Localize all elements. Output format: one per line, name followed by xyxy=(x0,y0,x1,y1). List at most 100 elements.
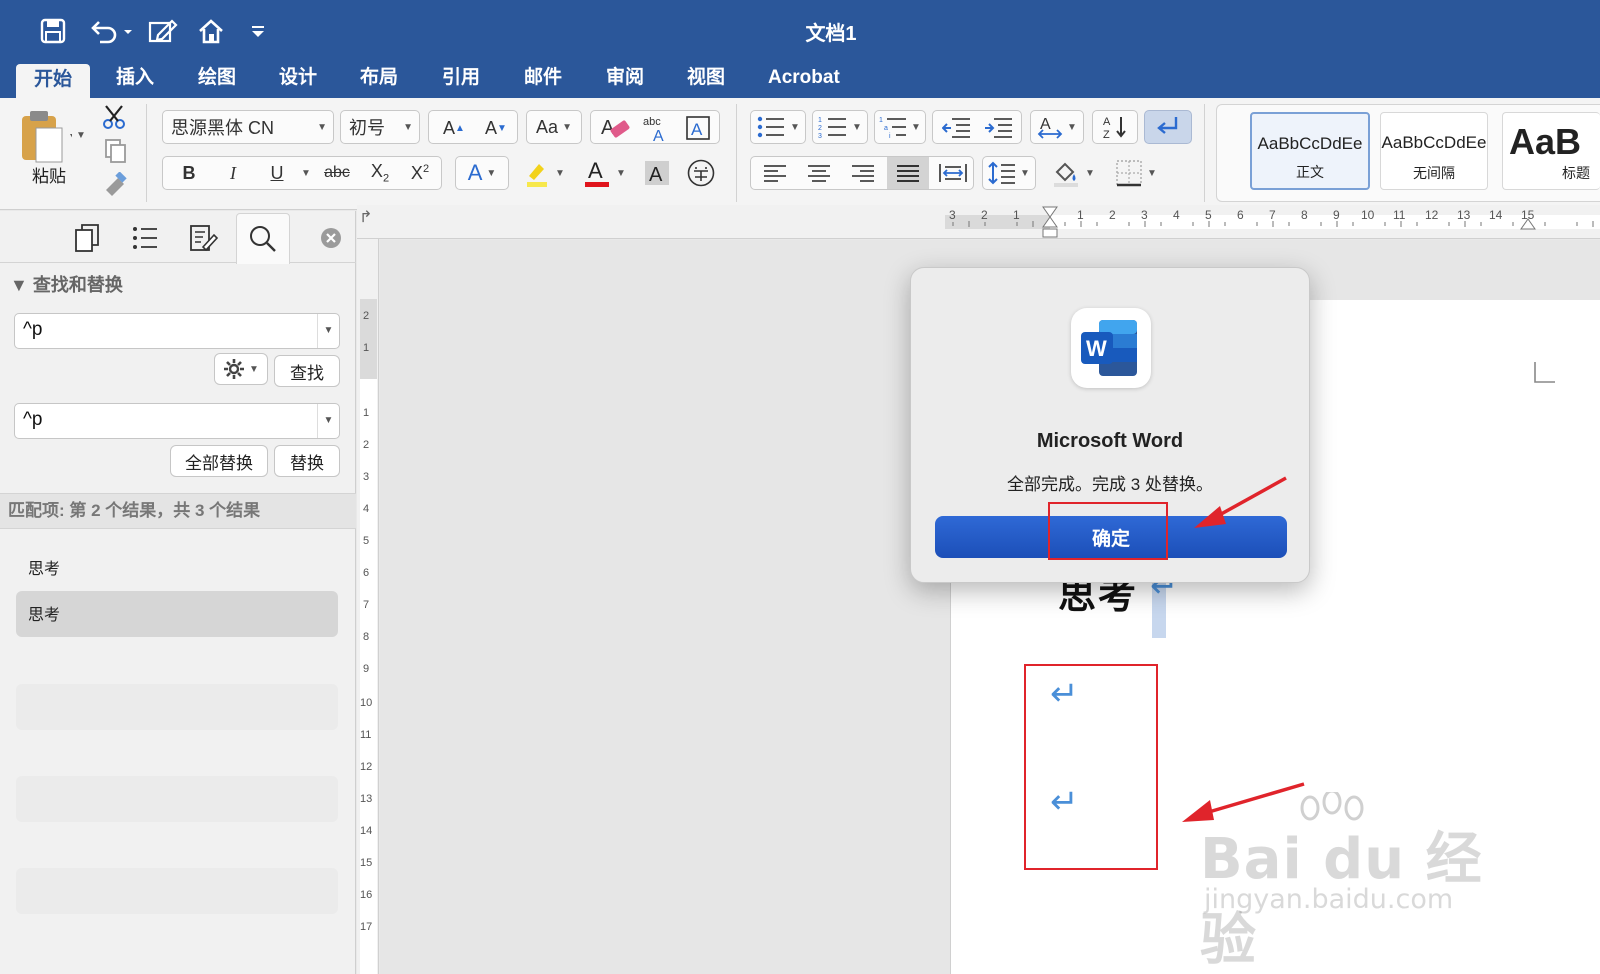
align-right-icon[interactable] xyxy=(843,158,883,188)
sort-button[interactable]: AZ xyxy=(1092,110,1138,144)
tab-view[interactable]: 视图 xyxy=(669,62,743,98)
horizontal-ruler[interactable]: ↱ 3 2 1 1 2 3 4 5 6 7 8 9 10 11 12 13 14 15 xyxy=(357,205,1600,239)
tab-layout[interactable]: 布局 xyxy=(342,62,416,98)
svg-text:2: 2 xyxy=(818,125,822,132)
bullets-button[interactable]: ▼ xyxy=(750,110,806,144)
result-item-placeholder[interactable] xyxy=(16,776,338,822)
svg-text:A: A xyxy=(649,164,663,186)
tab-mailings[interactable]: 邮件 xyxy=(506,62,580,98)
style-heading[interactable]: AaB 标题 xyxy=(1502,112,1600,190)
change-case-button[interactable]: Aa ▼ xyxy=(526,110,582,144)
result-item-placeholder[interactable] xyxy=(16,868,338,914)
svg-text:8: 8 xyxy=(1301,208,1308,222)
chevron-down-icon[interactable]: ▼ xyxy=(317,404,339,438)
tab-design[interactable]: 设计 xyxy=(261,62,335,98)
style-sample: AaBbCcDdEe xyxy=(1381,133,1487,152)
chevron-down-icon: ▼ xyxy=(911,121,921,133)
paste-button[interactable]: ▼ xyxy=(16,106,86,168)
tab-acrobat[interactable]: Acrobat xyxy=(750,62,858,98)
line-spacing-button[interactable]: ▼ xyxy=(982,156,1036,190)
svg-text:9: 9 xyxy=(363,663,369,675)
align-center-icon[interactable] xyxy=(799,158,839,188)
grow-font-icon[interactable]: A ▲ xyxy=(435,113,473,143)
paste-options-caret[interactable]: ▼ xyxy=(76,130,86,141)
tab-home[interactable]: 开始 xyxy=(16,64,91,98)
subscript-button[interactable]: X2 xyxy=(361,161,399,185)
replace-all-button[interactable]: 全部替换 xyxy=(170,445,268,477)
superscript-button[interactable]: X2 xyxy=(401,163,439,184)
clear-format-group: A abc A A xyxy=(590,110,720,144)
thumbnails-icon[interactable] xyxy=(68,219,106,257)
result-item[interactable]: 思考 xyxy=(16,545,338,591)
font-color-button[interactable]: A ▼ xyxy=(576,156,632,190)
font-style-group: B I U ▼ abc X2 X2 xyxy=(162,156,442,190)
underline-options-caret[interactable]: ▼ xyxy=(301,168,311,179)
vertical-ruler[interactable]: 2 1 1 2 3 4 5 6 7 8 9 10 11 12 13 14 15 16 17 xyxy=(357,239,379,974)
enclose-characters-button[interactable] xyxy=(680,156,722,190)
clear-formatting-icon[interactable]: A xyxy=(595,113,635,143)
search-input[interactable]: ^p ▼ xyxy=(14,313,340,349)
svg-text:17: 17 xyxy=(360,921,372,933)
numbered-list-icon: 123 xyxy=(818,117,847,139)
tab-review[interactable]: 审阅 xyxy=(588,62,662,98)
font-size-dropdown[interactable]: 初号 ▼ xyxy=(340,110,420,144)
chevron-down-icon[interactable]: ▼ xyxy=(317,314,339,348)
shading-button[interactable]: ▼ xyxy=(1042,156,1104,190)
text-effects-button[interactable]: A ▼ xyxy=(455,156,509,190)
find-replace-header[interactable]: ▼ 查找和替换 xyxy=(10,271,123,297)
svg-text:A: A xyxy=(691,120,703,139)
find-button[interactable]: 查找 xyxy=(274,355,340,387)
tab-references[interactable]: 引用 xyxy=(424,62,498,98)
distributed-icon[interactable] xyxy=(933,158,973,188)
chevron-down-icon: ▼ xyxy=(249,363,259,375)
replace-button[interactable]: 替换 xyxy=(274,445,340,477)
tab-insert[interactable]: 插入 xyxy=(98,62,172,98)
font-name-value: 思源黑体 CN xyxy=(171,118,274,138)
chevron-down-icon: ▼ xyxy=(1147,167,1157,179)
character-shading-button[interactable]: A xyxy=(638,156,676,190)
watermark-url: jingyan.baidu.com xyxy=(1204,884,1454,915)
result-item-placeholder[interactable] xyxy=(16,684,338,730)
svg-text:A: A xyxy=(588,158,603,183)
annotation-box xyxy=(1048,502,1168,560)
justify-icon[interactable] xyxy=(887,157,929,189)
replace-input[interactable]: ^p ▼ xyxy=(14,403,340,439)
copy-icon[interactable] xyxy=(102,138,128,169)
strikethrough-button[interactable]: abc xyxy=(315,164,359,182)
underline-button[interactable]: U xyxy=(257,163,297,184)
svg-text:2: 2 xyxy=(363,439,369,451)
search-icon[interactable] xyxy=(236,213,290,264)
borders-button[interactable]: ▼ xyxy=(1108,156,1164,190)
document-map-icon[interactable] xyxy=(126,219,164,257)
svg-text:abc: abc xyxy=(643,116,661,128)
multilevel-list-button[interactable]: 1 a i ▼ xyxy=(874,110,926,144)
match-status: 匹配项: 第 2 个结果，共 3 个结果 xyxy=(0,493,356,529)
search-options-button[interactable]: ▼ xyxy=(214,353,268,385)
increase-indent-icon[interactable] xyxy=(979,113,1019,143)
asian-layout-button[interactable]: A ▼ xyxy=(1030,110,1084,144)
style-normal[interactable]: AaBbCcDdEe 正文 xyxy=(1250,112,1370,190)
tab-stop-icon[interactable]: ↱ xyxy=(359,207,372,227)
cut-icon[interactable] xyxy=(102,104,128,135)
italic-button[interactable]: I xyxy=(213,163,253,184)
font-name-dropdown[interactable]: 思源黑体 CN ▼ xyxy=(162,110,334,144)
close-pane-icon[interactable] xyxy=(312,219,350,257)
text-border-icon[interactable]: A xyxy=(679,113,717,143)
tab-draw[interactable]: 绘图 xyxy=(180,62,254,98)
reviewing-pane-icon[interactable] xyxy=(184,219,222,257)
decrease-indent-icon[interactable] xyxy=(937,113,977,143)
numbering-button[interactable]: 1 2 3 ▼ xyxy=(812,110,868,144)
shrink-font-icon[interactable]: A ▼ xyxy=(477,113,515,143)
text-effects-icon: A xyxy=(467,160,483,185)
highlight-button[interactable]: ▼ xyxy=(514,156,572,190)
chevron-down-icon: ▼ xyxy=(1067,121,1077,133)
show-formatting-marks-button[interactable] xyxy=(1144,110,1192,144)
svg-text:7: 7 xyxy=(363,599,369,611)
style-no-spacing[interactable]: AaBbCcDdEe 无间隔 xyxy=(1380,112,1488,190)
format-painter-icon[interactable] xyxy=(102,171,128,203)
align-left-icon[interactable] xyxy=(755,158,795,188)
result-item-selected[interactable]: 思考 xyxy=(16,591,338,637)
bullet-list-icon xyxy=(757,116,785,138)
spelling-icon[interactable]: abc A xyxy=(637,113,677,143)
bold-button[interactable]: B xyxy=(169,163,209,184)
